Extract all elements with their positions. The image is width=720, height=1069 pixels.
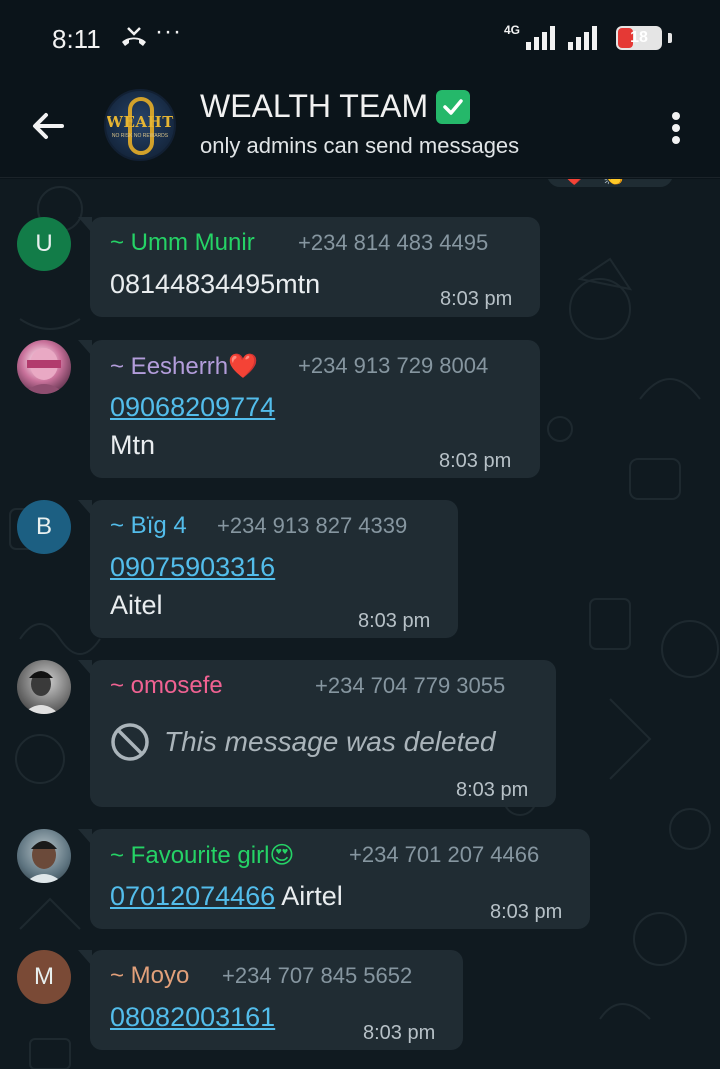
signal-icon (526, 26, 555, 50)
avatar-logo-subtext: NO RISK NO REWARDS (111, 133, 169, 139)
avatar[interactable] (17, 829, 71, 883)
group-title[interactable]: WEALTH TEAM (200, 88, 428, 125)
sender-name[interactable]: ~ Eesherrh❤️ (110, 352, 258, 381)
message-time: 8:03 pm (490, 901, 563, 923)
avatar[interactable]: M (17, 950, 71, 1004)
sender-name[interactable]: ~ Moyo (110, 962, 189, 990)
avatar-logo-text: WEAHT (106, 113, 174, 131)
sender-name[interactable]: ~ Favourite girl😍 (110, 841, 294, 870)
status-bar: 8:11 ··· 4G 18 (0, 0, 720, 78)
group-subtitle: only admins can send messages (200, 133, 520, 158)
avatar-letter: M (34, 963, 54, 990)
sender-name[interactable]: ~ Bïg 4 (110, 512, 187, 540)
check-mark-icon (436, 89, 471, 124)
message-suffix: Airtel (275, 881, 343, 911)
message-time: 8:03 pm (456, 779, 529, 801)
avatar[interactable] (17, 660, 71, 714)
avatar-letter: B (35, 513, 52, 540)
sender-name[interactable]: ~ omosefe (110, 672, 223, 700)
bubble-tail (78, 950, 92, 966)
phone-number-link[interactable]: 09068209774 (110, 392, 275, 423)
bubble-tail (78, 500, 92, 516)
avatar[interactable] (17, 340, 71, 394)
profile-photo-icon (25, 841, 63, 883)
message-bubble[interactable]: ~ Umm Munir +234 814 483 4495 0814483449… (78, 217, 540, 317)
message-bubble[interactable]: ~ Favourite girl😍 +234 701 207 4466 0701… (78, 829, 590, 929)
sender-phone: +234 814 483 4495 (298, 230, 489, 255)
bubble-tail (78, 340, 92, 356)
message-text: 08144834495mtn (110, 269, 321, 299)
phone-number-link[interactable]: 09075903316 (110, 552, 275, 583)
bubble-tail (78, 660, 92, 676)
battery-cap (668, 33, 672, 43)
reaction-clap[interactable]: 👏 (603, 179, 625, 187)
avatar[interactable]: B (17, 500, 71, 554)
avatar-letter: U (35, 230, 53, 257)
reaction-bar[interactable]: ❤️ 👏 (545, 179, 675, 189)
more-options-icon[interactable] (660, 104, 692, 152)
back-arrow-icon[interactable] (24, 102, 72, 150)
sender-phone: +234 913 729 8004 (298, 353, 489, 378)
missed-call-icon (122, 27, 146, 46)
blocked-icon (111, 723, 149, 761)
sender-name[interactable]: ~ Umm Munir (110, 229, 255, 257)
message-time: 8:03 pm (363, 1022, 436, 1044)
message-bubble[interactable]: ~ Moyo +234 707 845 5652 08082003161 8:0… (78, 950, 463, 1050)
sender-phone: +234 701 207 4466 (349, 842, 540, 867)
status-indicators: 4G 18 (503, 23, 672, 50)
deleted-message: This message was deleted (110, 722, 496, 762)
bubble-tail (78, 829, 92, 845)
group-title-wrap[interactable]: WEALTH TEAM (200, 88, 471, 125)
message-text: Aitel (110, 590, 163, 620)
deleted-message-text: This message was deleted (164, 726, 496, 757)
more-notifications-icon: ··· (155, 18, 182, 45)
message-bubble[interactable]: ~ omosefe +234 704 779 3055 This message… (78, 660, 556, 807)
chat-header[interactable]: WEAHT NO RISK NO REWARDS WEALTH TEAM onl… (0, 78, 720, 178)
battery-percent: 18 (630, 29, 648, 46)
message-time: 8:03 pm (358, 610, 431, 632)
network-type: 4G (503, 23, 520, 37)
battery-icon: 18 (616, 26, 662, 50)
phone-number-link[interactable]: 07012074466 (110, 881, 275, 911)
sender-phone: +234 704 779 3055 (315, 673, 506, 698)
message-time: 8:03 pm (439, 450, 512, 472)
message-bubble[interactable]: ~ Bïg 4 +234 913 827 4339 09075903316 Ai… (78, 500, 458, 638)
group-avatar[interactable]: WEAHT NO RISK NO REWARDS (104, 89, 176, 161)
sender-phone: +234 707 845 5652 (222, 963, 413, 988)
reaction-heart[interactable]: ❤️ (563, 179, 585, 187)
phone-number-link[interactable]: 08082003161 (110, 1002, 275, 1033)
signal-icon-sim2 (568, 26, 597, 50)
avatar[interactable]: U (17, 217, 71, 271)
message-bubble[interactable]: ~ Eesherrh❤️ +234 913 729 8004 090682097… (78, 340, 540, 478)
profile-photo-icon (23, 671, 59, 714)
sender-phone: +234 913 827 4339 (217, 513, 408, 538)
message-text: 07012074466 Airtel (110, 881, 343, 912)
message-text: Mtn (110, 430, 156, 460)
bubble-tail (78, 217, 92, 233)
chat-area[interactable]: ❤️ 👏 U ~ Umm Munir +234 814 483 4495 081… (0, 179, 720, 1069)
status-time: 8:11 (52, 24, 101, 54)
message-time: 8:03 pm (440, 288, 513, 310)
profile-photo-icon (23, 348, 65, 394)
